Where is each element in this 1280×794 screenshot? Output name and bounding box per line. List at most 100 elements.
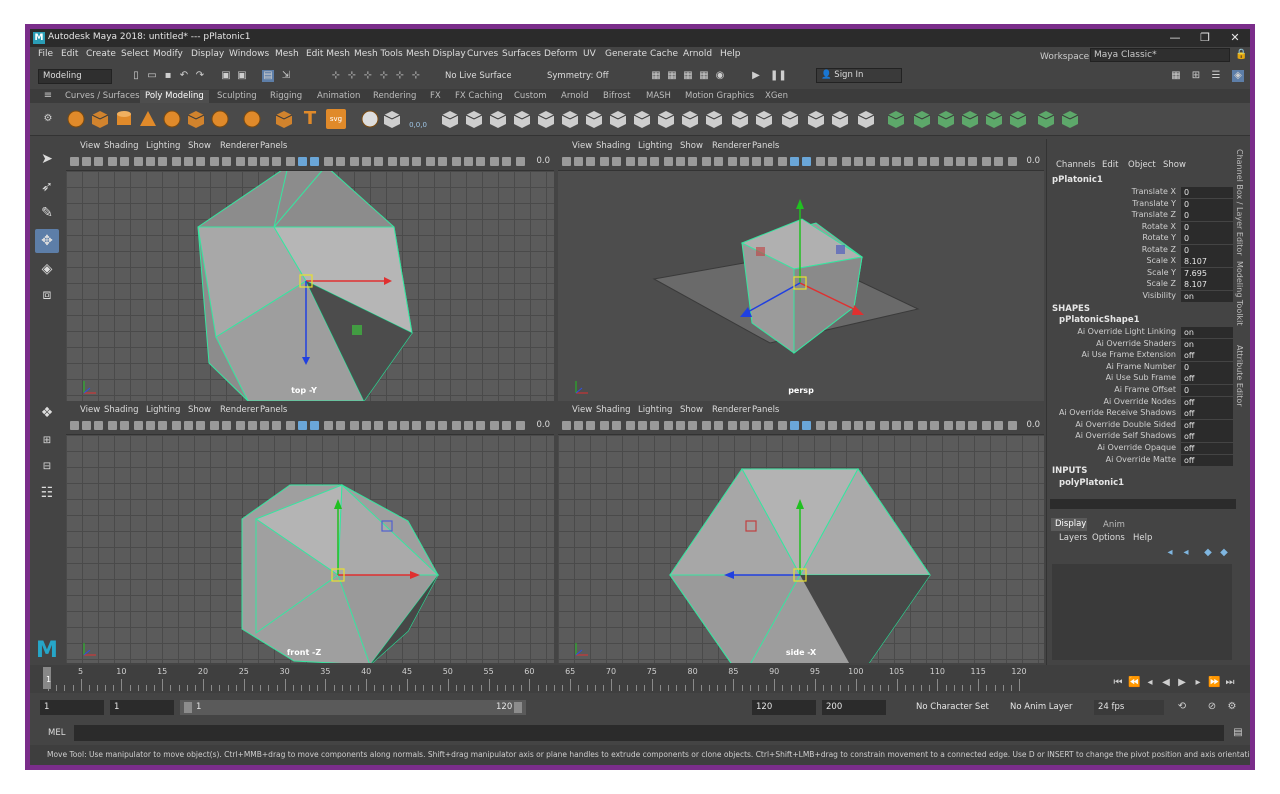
viewport-front[interactable]: View Shading Lighting Show Renderer Panels 0.0… (66, 403, 554, 663)
move-tool-icon[interactable]: ✥ (35, 229, 59, 253)
channel-box-scroll-area[interactable] (1050, 499, 1236, 509)
viewport-tool-icon[interactable] (134, 157, 143, 166)
viewport-tool-icon[interactable] (956, 157, 965, 166)
viewport-tool-icon[interactable] (982, 421, 991, 430)
anim-layer-dropdown[interactable]: No Anim Layer (1006, 700, 1086, 715)
scale-tool-icon[interactable]: ⧈ (35, 283, 59, 307)
viewport-tool-icon[interactable] (790, 157, 799, 166)
viewport-tool-icon[interactable] (842, 157, 851, 166)
viewport-tool-icon[interactable] (94, 157, 103, 166)
arnold-render-icon[interactable]: ▶ (750, 70, 762, 82)
viewport-tool-icon[interactable] (222, 157, 231, 166)
viewport-tool-icon[interactable] (880, 157, 889, 166)
viewport-tool-icon[interactable] (362, 157, 371, 166)
shelf-tab-rigging[interactable]: Rigging (265, 90, 307, 103)
viewport-tool-icon[interactable] (336, 157, 345, 166)
viewport-tool-icon[interactable] (854, 157, 863, 166)
menu-select[interactable]: Select (121, 49, 149, 59)
viewport-tool-icon[interactable] (638, 421, 647, 430)
viewport-tool-icon[interactable] (574, 421, 583, 430)
viewport-tool-icon[interactable] (650, 157, 659, 166)
lasso-tool-icon[interactable]: ➶ (35, 175, 59, 199)
ipr-render-icon[interactable]: ▦ (682, 70, 694, 82)
remesh-icon[interactable] (536, 109, 556, 129)
viewport-tool-icon[interactable] (562, 421, 571, 430)
viewport-tool-icon[interactable] (778, 421, 787, 430)
hypershade-icon[interactable]: ◉ (714, 70, 726, 82)
exposure-value[interactable]: 0.0 (1026, 420, 1040, 430)
reduce-icon[interactable] (512, 109, 532, 129)
viewport-tool-icon[interactable] (778, 157, 787, 166)
shape-attribute-row[interactable]: Ai Override Self Shadows off (1050, 431, 1240, 443)
type-tool-icon[interactable]: T (300, 109, 320, 129)
viewport-tool-icon[interactable] (516, 157, 525, 166)
menu-surfaces[interactable]: Surfaces (502, 49, 541, 59)
viewport-tool-icon[interactable] (298, 421, 307, 430)
viewport-tool-icon[interactable] (490, 421, 499, 430)
viewport-tool-icon[interactable] (452, 157, 461, 166)
menu-uv[interactable]: UV (583, 49, 596, 59)
viewport-tool-icon[interactable] (586, 157, 595, 166)
menu-cache[interactable]: Cache (650, 49, 678, 59)
platonic-mesh-side[interactable] (558, 403, 1044, 663)
viewport-tool-icon[interactable] (172, 157, 181, 166)
viewport-tool-icon[interactable] (324, 421, 333, 430)
four-view-layout-icon[interactable]: ⊞ (35, 429, 59, 453)
channel-row[interactable]: Translate X 0 (1050, 187, 1240, 198)
separate-icon[interactable] (464, 109, 484, 129)
shelf-tab-animation[interactable]: Animation (312, 90, 365, 103)
layer-tab-display[interactable]: Display (1051, 518, 1087, 531)
channel-row[interactable]: Rotate Z 0 (1050, 244, 1240, 256)
viewport-tool-icon[interactable] (638, 157, 647, 166)
viewport-menu-renderer[interactable]: Renderer (220, 405, 259, 415)
viewport-menu-lighting[interactable]: Lighting (146, 405, 180, 415)
save-scene-icon[interactable]: ▪ (162, 70, 174, 82)
viewport-tool-icon[interactable] (146, 157, 155, 166)
channel-value[interactable]: 0 (1181, 198, 1233, 210)
viewport-tool-icon[interactable] (816, 421, 825, 430)
viewport-tool-icon[interactable] (134, 421, 143, 430)
viewport-tool-icon[interactable] (612, 421, 621, 430)
shelf-tab-poly-modeling[interactable]: Poly Modeling (140, 90, 209, 103)
side-tab-channel-box[interactable]: Channel Box / Layer Editor (1235, 149, 1244, 256)
viewport-tool-icon[interactable] (944, 157, 953, 166)
viewport-tool-icon[interactable] (752, 157, 761, 166)
viewport-tool-icon[interactable] (248, 157, 257, 166)
viewport-tool-icon[interactable] (702, 421, 711, 430)
layer-move-down-icon[interactable]: ◂ (1180, 547, 1192, 559)
viewport-tool-icon[interactable] (714, 157, 723, 166)
attribute-value[interactable]: 0 (1181, 361, 1233, 373)
viewport-tool-icon[interactable] (196, 157, 205, 166)
viewport-tool-icon[interactable] (298, 157, 307, 166)
viewport-tool-icon[interactable] (158, 421, 167, 430)
range-slider[interactable]: 1 120 (180, 700, 526, 715)
viewport-tool-icon[interactable] (600, 421, 609, 430)
viewport-tool-icon[interactable] (688, 421, 697, 430)
smooth-icon[interactable] (488, 109, 508, 129)
channel-box-icon[interactable]: ◈ (1232, 70, 1244, 82)
menu-display[interactable]: Display (191, 49, 224, 59)
viewport-tool-icon[interactable] (626, 421, 635, 430)
side-tab-modeling-toolkit[interactable]: Modeling Toolkit (1235, 261, 1244, 325)
shape-attribute-row[interactable]: Ai Override Shaders on (1050, 338, 1240, 350)
viewport-tool-icon[interactable] (272, 157, 281, 166)
viewport-tool-icon[interactable] (210, 421, 219, 430)
viewport-menu-panels[interactable]: Panels (260, 141, 287, 151)
viewport-menu-shading[interactable]: Shading (596, 405, 631, 415)
menu-windows[interactable]: Windows (229, 49, 269, 59)
minimize-icon[interactable]: — (1160, 29, 1190, 47)
redo-icon[interactable]: ↷ (194, 70, 206, 82)
menu-arnold[interactable]: Arnold (683, 49, 712, 59)
combine-icon[interactable] (440, 109, 460, 129)
shape-attribute-row[interactable]: Ai Override Opaque off (1050, 443, 1240, 454)
channels-menu[interactable]: Channels (1056, 160, 1095, 170)
viewport-tool-icon[interactable] (904, 157, 913, 166)
viewport-tool-icon[interactable] (236, 421, 245, 430)
select-object-icon[interactable]: ▣ (236, 70, 248, 82)
close-icon[interactable]: ✕ (1220, 29, 1250, 47)
step-back-frame-icon[interactable]: ◂ (1144, 677, 1156, 689)
viewport-tool-icon[interactable] (930, 157, 939, 166)
layer-tab-anim[interactable]: Anim (1103, 520, 1125, 530)
preferences-icon[interactable]: ⚙ (1226, 701, 1238, 713)
select-hierarchy-icon[interactable]: ▣ (220, 70, 232, 82)
